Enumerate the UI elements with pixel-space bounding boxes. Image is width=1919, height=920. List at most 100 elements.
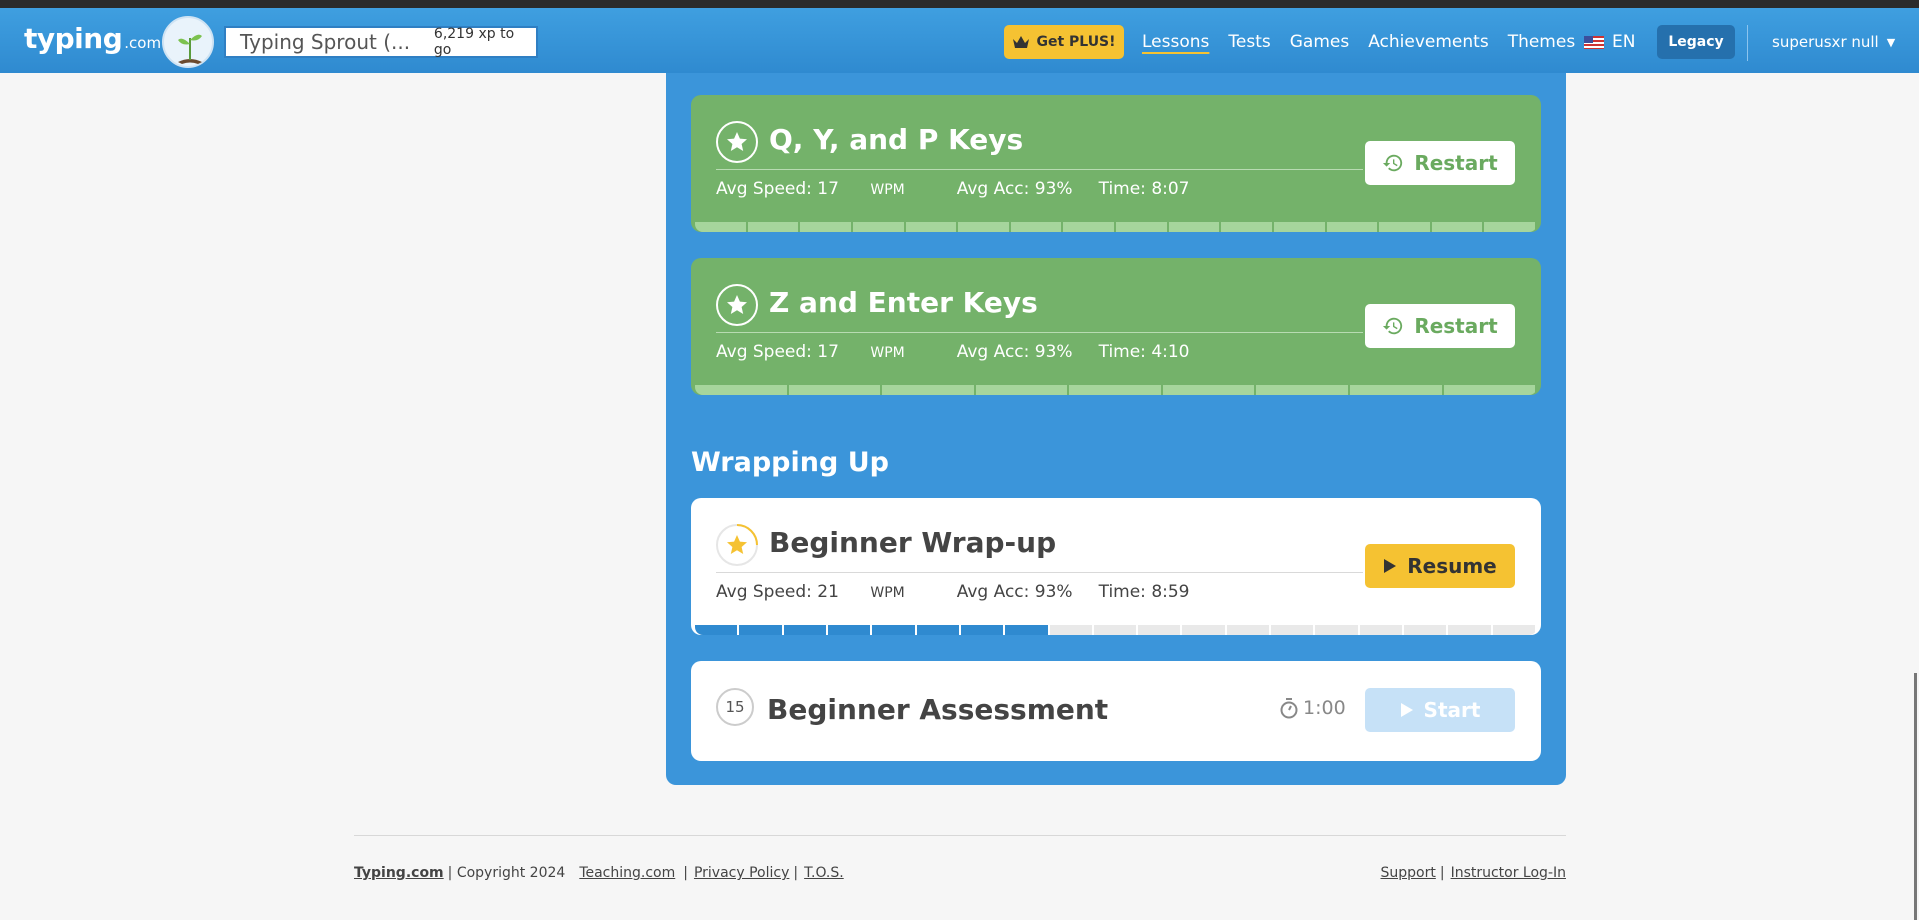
level-progress-box[interactable]: Typing Sprout (... 6,219 xp to go (224, 26, 538, 58)
progress-segment (1221, 222, 1272, 232)
lesson-title: Q, Y, and P Keys (769, 123, 1024, 156)
lesson-divider (716, 332, 1363, 333)
restart-button[interactable]: Restart (1365, 141, 1515, 185)
lesson-stats: Avg Speed: 17 WPM Avg Acc: 93% Time: 8:0… (716, 179, 1216, 199)
avg-speed: Avg Speed: 17 WPM (716, 342, 905, 362)
teaching-link[interactable]: Teaching.com (579, 865, 675, 881)
progress-segment (1315, 625, 1358, 635)
us-flag-icon (1584, 35, 1604, 49)
avg-speed: Avg Speed: 17 WPM (716, 179, 905, 199)
chevron-down-icon: ▼ (1886, 35, 1896, 49)
progress-segment (1271, 625, 1314, 635)
progress-segment (1256, 385, 1348, 395)
progress-segment (695, 625, 738, 635)
play-icon (1384, 559, 1397, 573)
avg-acc: Avg Acc: 93% (956, 179, 1073, 199)
history-icon (1383, 154, 1403, 172)
progress-segment (1273, 222, 1325, 232)
username: superusxr null (1772, 33, 1879, 51)
nav-games[interactable]: Games (1290, 32, 1349, 52)
privacy-link[interactable]: Privacy Policy (694, 865, 789, 881)
lesson-stats: Avg Speed: 21 WPM Avg Acc: 93% Time: 8:5… (716, 582, 1216, 602)
assessment-title: Beginner Assessment (767, 693, 1109, 726)
lesson-card-q-y-p[interactable]: Q, Y, and P Keys Avg Speed: 17 WPM Avg A… (691, 95, 1541, 232)
progress-segment (1049, 625, 1092, 635)
star-complete-icon (716, 121, 758, 163)
footer-brand-link[interactable]: Typing.com (354, 865, 444, 881)
progress-segment (695, 222, 746, 232)
support-link[interactable]: Support (1381, 865, 1436, 881)
resume-label: Resume (1407, 554, 1497, 578)
avg-acc: Avg Acc: 93% (956, 582, 1073, 602)
progress-segment (1404, 625, 1447, 635)
lesson-time: Time: 8:07 (1098, 179, 1190, 199)
logo-text: typing (24, 22, 123, 55)
stopwatch-icon (1280, 698, 1298, 719)
progress-segment (739, 625, 782, 635)
progress-segment (695, 385, 787, 395)
assessment-timer: 1:00 (1279, 697, 1346, 719)
progress-segment (1093, 625, 1137, 635)
lesson-title: Z and Enter Keys (769, 286, 1038, 319)
nav-tests[interactable]: Tests (1228, 32, 1270, 52)
footer-right: Support | Instructor Log-In (1381, 865, 1567, 881)
start-label: Start (1423, 698, 1481, 722)
progress-segment (1443, 385, 1536, 395)
progress-segment (872, 625, 915, 635)
top-header: typing .com Typing Sprout (... 6,219 xp … (0, 8, 1919, 73)
footer-separator: | (1439, 865, 1445, 881)
logo-suffix: .com (124, 34, 162, 52)
progress-segment (1448, 625, 1491, 635)
section-title: Wrapping Up (691, 447, 889, 478)
main-nav: Lessons Tests Games Achievements Themes (1142, 32, 1594, 52)
legacy-button[interactable]: Legacy (1657, 25, 1735, 59)
progress-segment (882, 385, 974, 395)
start-button[interactable]: Start (1365, 688, 1515, 732)
progress-segment (905, 222, 957, 232)
sprout-avatar[interactable] (162, 16, 214, 68)
nav-achievements[interactable]: Achievements (1368, 32, 1488, 52)
scrollbar-thumb[interactable] (1914, 673, 1917, 920)
footer-separator: | (683, 865, 688, 881)
get-plus-label: Get PLUS! (1036, 34, 1116, 50)
lesson-card-wrapup[interactable]: Beginner Wrap-up Avg Speed: 21 WPM Avg A… (691, 498, 1541, 635)
lesson-progress-bar (695, 625, 1537, 635)
resume-button[interactable]: Resume (1365, 544, 1515, 588)
language-selector[interactable]: EN (1584, 32, 1635, 52)
avg-speed: Avg Speed: 21 WPM (716, 582, 905, 602)
progress-segment (1492, 625, 1535, 635)
tos-link[interactable]: T.O.S. (804, 865, 844, 881)
progress-segment (1379, 222, 1430, 232)
lesson-number-badge: 15 (716, 688, 754, 726)
lesson-time: Time: 8:59 (1098, 582, 1190, 602)
progress-segment (975, 385, 1068, 395)
progress-segment (827, 625, 871, 635)
get-plus-button[interactable]: Get PLUS! (1004, 25, 1124, 59)
play-icon (1400, 703, 1413, 717)
progress-segment (1182, 625, 1225, 635)
lesson-divider (716, 169, 1363, 170)
instructor-login-link[interactable]: Instructor Log-In (1451, 865, 1566, 881)
footer-separator: | (793, 865, 799, 881)
lesson-progress-bar (695, 385, 1537, 395)
assessment-card[interactable]: 15 Beginner Assessment 1:00 Start (691, 661, 1541, 761)
avg-acc: Avg Acc: 93% (956, 342, 1073, 362)
progress-segment (747, 222, 799, 232)
sprout-icon (178, 34, 202, 64)
progress-segment (783, 625, 826, 635)
user-menu[interactable]: superusxr null ▼ (1772, 33, 1895, 51)
progress-segment (788, 385, 881, 395)
typing-logo[interactable]: typing .com (24, 22, 161, 55)
lesson-title: Beginner Wrap-up (769, 526, 1057, 559)
progress-segment (1069, 385, 1161, 395)
lesson-card-z-enter[interactable]: Z and Enter Keys Avg Speed: 17 WPM Avg A… (691, 258, 1541, 395)
browser-top-strip (0, 0, 1919, 8)
progress-segment (1431, 222, 1483, 232)
nav-themes[interactable]: Themes (1508, 32, 1576, 52)
progress-segment (1138, 625, 1181, 635)
header-divider (1747, 25, 1748, 61)
restart-button[interactable]: Restart (1365, 304, 1515, 348)
assessment-duration: 1:00 (1303, 697, 1346, 719)
progress-segment (1063, 222, 1114, 232)
nav-lessons[interactable]: Lessons (1142, 32, 1209, 52)
